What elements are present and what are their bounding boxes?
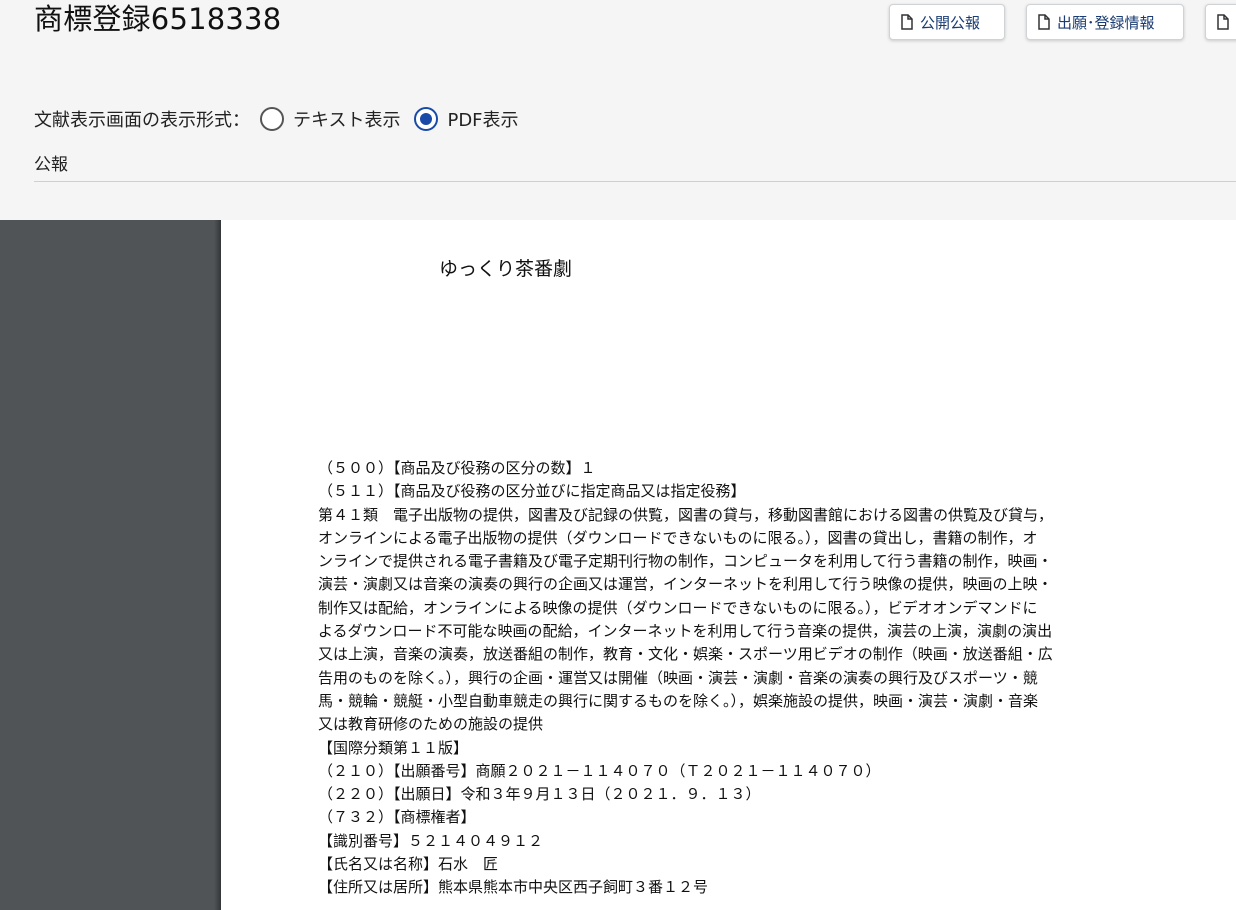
divider [34,181,1236,182]
page-shadow [214,220,221,910]
pdf-page[interactable]: ゆっくり茶番劇 （５００）【商品及び役務の区分の数】１ （５１１）【商品及び役務… [221,220,1236,910]
doc-line: 【国際分類第１１版】 [318,738,469,757]
doc-line: 馬・競輪・競艇・小型自動車競走の興行に関するものを除く。），娯楽施設の提供，映画… [318,691,1039,710]
section-label: 公報 [34,155,68,175]
doc-line: （５１１）【商品及び役務の区分並びに指定商品又は指定役務】 [318,482,746,501]
document-body: （５００）【商品及び役務の区分の数】１ （５１１）【商品及び役務の区分並びに指定… [318,457,1138,900]
application-registration-info-label: 出願･登録情報 [1057,13,1155,32]
doc-line: よるダウンロード不可能な映画の配給，インターネットを利用して行う音楽の提供，演芸… [318,622,1053,641]
pdf-view-label[interactable]: PDF表示 [447,106,518,132]
doc-line: 告用のものを除く。），興行の企画・運営又は開催（映画・演芸・演劇・音楽の演奏の興… [318,668,1038,687]
doc-line: 【識別番号】５２１４０４９１２ [318,831,544,850]
document-icon [1038,14,1050,30]
pdf-view-radio[interactable] [414,107,439,131]
trademark-text: ゆっくり茶番劇 [439,258,573,280]
text-view-radio[interactable] [260,107,284,131]
public-gazette-button[interactable]: 公開公報 [889,4,1005,40]
doc-line: （５００）【商品及び役務の区分の数】１ [318,459,596,477]
application-registration-info-button[interactable]: 出願･登録情報 [1026,4,1184,40]
page-title: 商標登録6518338 [34,2,282,36]
doc-line: （２２０）【出願日】令和３年９月１３日（２０２１．９．１３） [318,785,761,804]
document-icon [901,14,913,30]
doc-line: 制作又は配給，オンラインによる映像の提供（ダウンロードできないものに限る。），ビ… [318,598,1038,617]
doc-line: 又は上演，音楽の演奏，放送番組の制作，教育・文化・娯楽・スポーツ用ビデオの制作（… [318,645,1053,664]
text-view-label[interactable]: テキスト表示 [293,106,400,132]
public-gazette-label: 公開公報 [920,13,981,32]
document-icon [1217,14,1229,30]
doc-line: オンラインによる電子出版物の提供（ダウンロードできないものに限る。），図書の貸出… [318,528,1038,547]
doc-line: 【住所又は居所】熊本県熊本市中央区西子飼町３番１２号 [318,878,709,897]
doc-line: 演芸・演劇又は音楽の演奏の興行の企画又は運営，インターネットを利用して行う映像の… [318,575,1053,594]
display-format-label: 文献表示画面の表示形式： [34,110,250,131]
more-document-button[interactable] [1205,4,1236,40]
doc-line: ンラインで提供される電子書籍及び電子定期刊行物の制作，コンピュータを利用して行う… [318,552,1053,571]
doc-line: 【氏名又は名称】石水 匠 [318,855,499,874]
doc-line: 又は教育研修のための施設の提供 [318,715,544,734]
doc-line: （７３２）【商標権者】 [318,808,476,827]
display-format-selector: 文献表示画面の表示形式： テキスト表示 PDF表示 [34,102,519,136]
doc-line: （２１０）【出願番号】商願２０２１－１１４０７０（Ｔ２０２１－１１４０７０） [318,761,881,780]
doc-line: 第４１類 電子出版物の提供，図書及び記録の供覧，図書の貸与，移動図書館における図… [318,505,1054,524]
